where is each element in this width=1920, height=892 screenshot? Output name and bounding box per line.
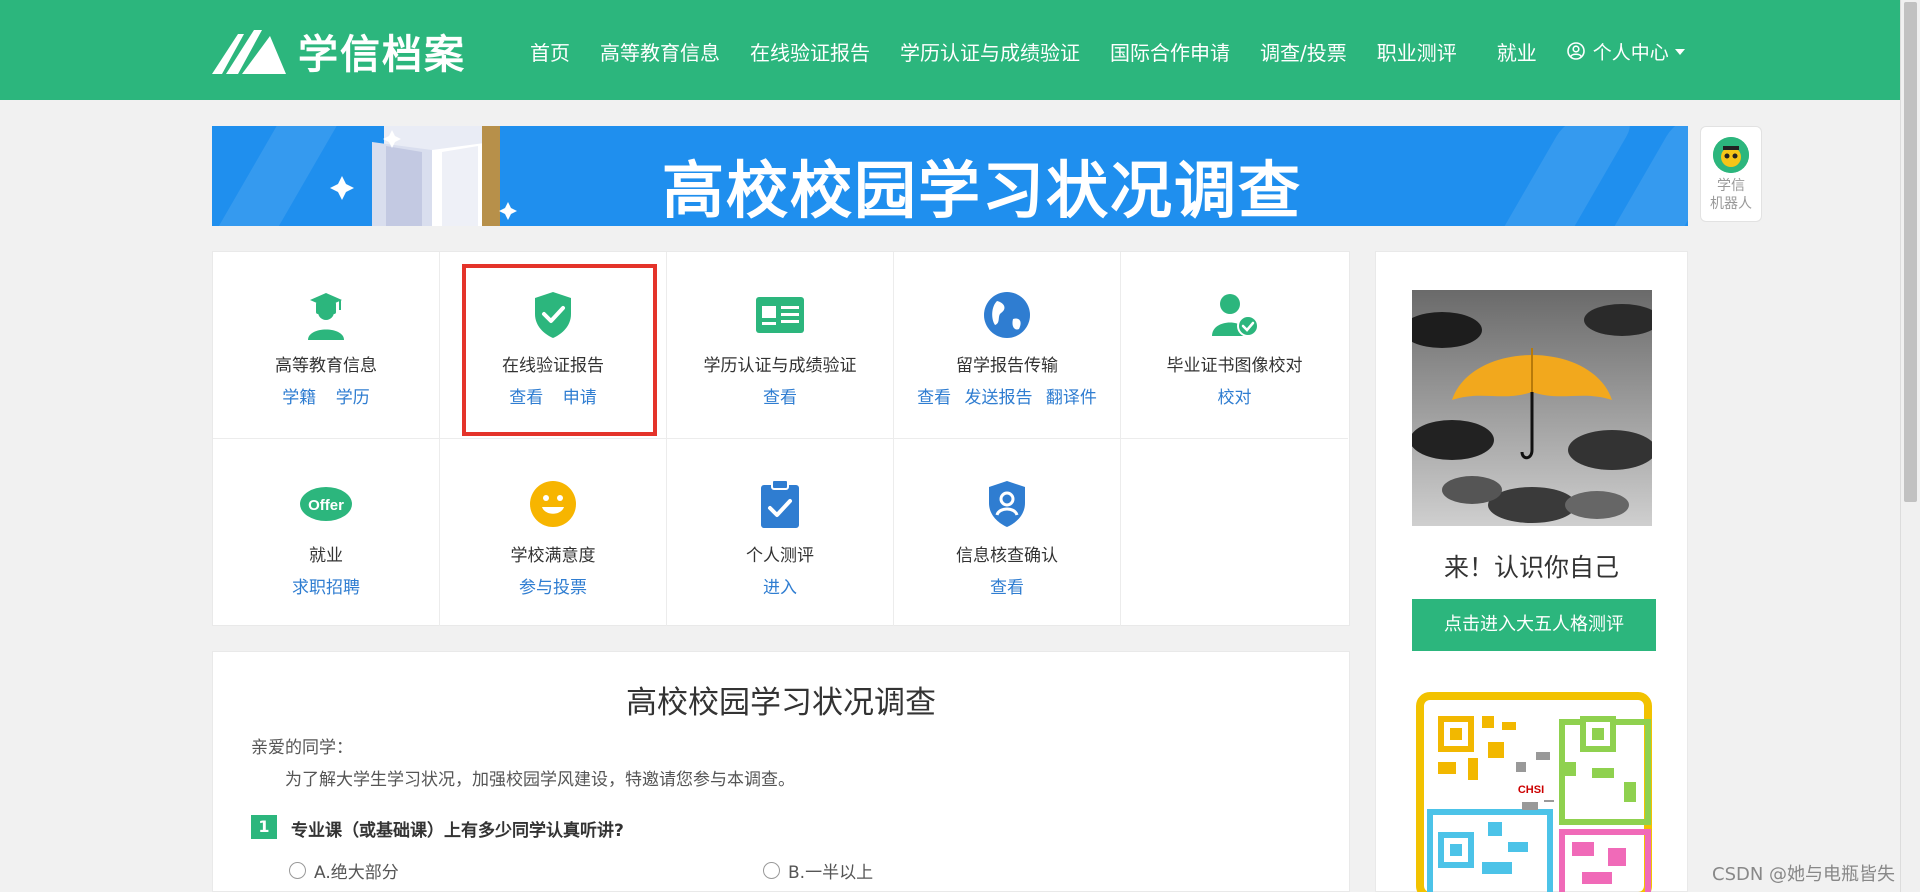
- user-check-icon: [1208, 288, 1262, 342]
- offer-icon: Offer: [299, 477, 353, 531]
- robot-label-line2: 机器人: [1710, 196, 1752, 212]
- service-title: 个人测评: [746, 546, 814, 566]
- side-panel: 来！认识你自己 点击进入大五人格测评 CHSI: [1375, 251, 1688, 892]
- user-center-menu[interactable]: 个人中心: [1566, 38, 1685, 65]
- service-title: 留学报告传输: [956, 356, 1058, 376]
- scrollbar-thumb[interactable]: [1904, 2, 1917, 502]
- empty-cell: [1121, 439, 1348, 626]
- clipboard-check-icon: [753, 477, 807, 531]
- top-navbar: 学信档案 首页 高等教育信息 在线验证报告 学历认证与成绩验证 国际合作申请 调…: [0, 0, 1900, 100]
- service-title: 高等教育信息: [275, 356, 377, 376]
- id-card-icon: [753, 288, 807, 342]
- user-center-label: 个人中心: [1592, 41, 1669, 64]
- service-higher-edu: 高等教育信息 学籍 学历: [213, 252, 440, 439]
- service-title: 就业: [309, 546, 343, 566]
- page-scrollbar[interactable]: [1900, 0, 1920, 892]
- service-employment: Offer 就业 求职招聘: [213, 439, 440, 626]
- link-job-search[interactable]: 求职招聘: [292, 578, 360, 598]
- chevron-down-icon: [1674, 49, 1685, 55]
- link-translation[interactable]: 翻译件: [1046, 388, 1097, 408]
- main-nav: 首页 高等教育信息 在线验证报告 学历认证与成绩验证 国际合作申请 调查/投票 …: [530, 30, 1685, 72]
- service-info-verify: 信息核查确认 查看: [894, 439, 1121, 626]
- nav-home[interactable]: 首页: [530, 37, 570, 66]
- svg-text:Offer: Offer: [308, 497, 344, 514]
- umbrella-image[interactable]: [1412, 290, 1652, 526]
- nav-online-report[interactable]: 在线验证报告: [750, 37, 870, 66]
- service-title: 学校满意度: [510, 546, 596, 566]
- service-title: 学历认证与成绩验证: [703, 356, 857, 376]
- nav-survey-vote[interactable]: 调查/投票: [1260, 37, 1347, 66]
- survey-panel: 高校校园学习状况调查 亲爱的同学： 为了解大学生学习状况，加强校园学风建设，特邀…: [212, 651, 1350, 892]
- banner-title: 高校校园学习状况调查: [662, 154, 1303, 226]
- service-title: 信息核查确认: [956, 546, 1058, 566]
- highlight-box: [462, 264, 657, 436]
- globe-icon: [980, 288, 1034, 342]
- user-circle-icon: [1566, 42, 1585, 60]
- option-label: A.绝大部分: [314, 863, 399, 883]
- robot-label-line1: 学信: [1717, 178, 1745, 194]
- watermark: CSDN @她与电瓶皆失: [1712, 864, 1896, 885]
- nav-certification[interactable]: 学历认证与成绩验证: [900, 37, 1080, 66]
- qr-center-logo: CHSI: [1518, 784, 1544, 796]
- graduate-icon: [299, 288, 353, 342]
- nav-employment[interactable]: 就业: [1497, 37, 1537, 66]
- nav-higher-edu[interactable]: 高等教育信息: [600, 37, 720, 66]
- big-five-test-button[interactable]: 点击进入大五人格测评: [1412, 599, 1656, 651]
- link-vote[interactable]: 参与投票: [519, 578, 587, 598]
- nav-career-test[interactable]: 职业测评: [1377, 37, 1457, 66]
- radio-button[interactable]: [763, 862, 780, 879]
- option-a[interactable]: A.绝大部分: [289, 858, 399, 883]
- radio-button[interactable]: [289, 862, 306, 879]
- link-send-report[interactable]: 发送报告: [965, 388, 1033, 408]
- logo-text: 学信档案: [298, 32, 466, 78]
- link-proofread[interactable]: 校对: [1218, 388, 1252, 408]
- logo[interactable]: 学信档案: [210, 26, 466, 78]
- survey-title: 高校校园学习状况调查: [626, 685, 936, 721]
- link-view-verify[interactable]: 查看: [990, 578, 1024, 598]
- qr-code-image: CHSI: [1412, 692, 1652, 892]
- personality-caption: 来！认识你自己: [1443, 553, 1619, 582]
- service-school-satisfaction: 学校满意度 参与投票: [440, 439, 667, 626]
- service-certification: 学历认证与成绩验证 查看: [667, 252, 894, 439]
- survey-intro: 为了解大学生学习状况，加强校园学风建设，特邀请您参与本调查。: [285, 770, 795, 790]
- service-title: 毕业证书图像校对: [1166, 356, 1303, 376]
- open-book-icon: [330, 126, 517, 226]
- survey-banner[interactable]: 高校校园学习状况调查: [212, 126, 1688, 226]
- service-personal-assessment: 个人测评 进入: [667, 439, 894, 626]
- service-certificate-proofread: 毕业证书图像校对 校对: [1121, 252, 1348, 439]
- robot-icon: [1713, 137, 1749, 173]
- robot-assistant-button[interactable]: 学信 机器人: [1700, 126, 1762, 222]
- link-view-abroad[interactable]: 查看: [917, 388, 951, 408]
- link-enter-assessment[interactable]: 进入: [763, 578, 797, 598]
- smile-icon: [526, 477, 580, 531]
- question-text: 专业课（或基础课）上有多少同学认真听讲?: [291, 821, 624, 841]
- service-study-abroad-report: 留学报告传输 查看 发送报告 翻译件: [894, 252, 1121, 439]
- option-label: B.一半以上: [788, 863, 874, 883]
- logo-book-icon: [212, 30, 286, 74]
- banner-decoration: [1475, 126, 1639, 226]
- link-view-certification[interactable]: 查看: [763, 388, 797, 408]
- option-b[interactable]: B.一半以上: [763, 858, 873, 883]
- link-student-status[interactable]: 学籍: [282, 388, 316, 408]
- survey-greeting: 亲爱的同学：: [251, 738, 353, 758]
- shield-user-icon: [980, 477, 1034, 531]
- link-degree[interactable]: 学历: [336, 388, 370, 408]
- nav-international[interactable]: 国际合作申请: [1110, 37, 1230, 66]
- question-number-badge: 1: [251, 815, 277, 839]
- services-grid: 高等教育信息 学籍 学历 在线验证报告 查看 申请 学历认证与成绩验证 查看 留…: [212, 251, 1350, 626]
